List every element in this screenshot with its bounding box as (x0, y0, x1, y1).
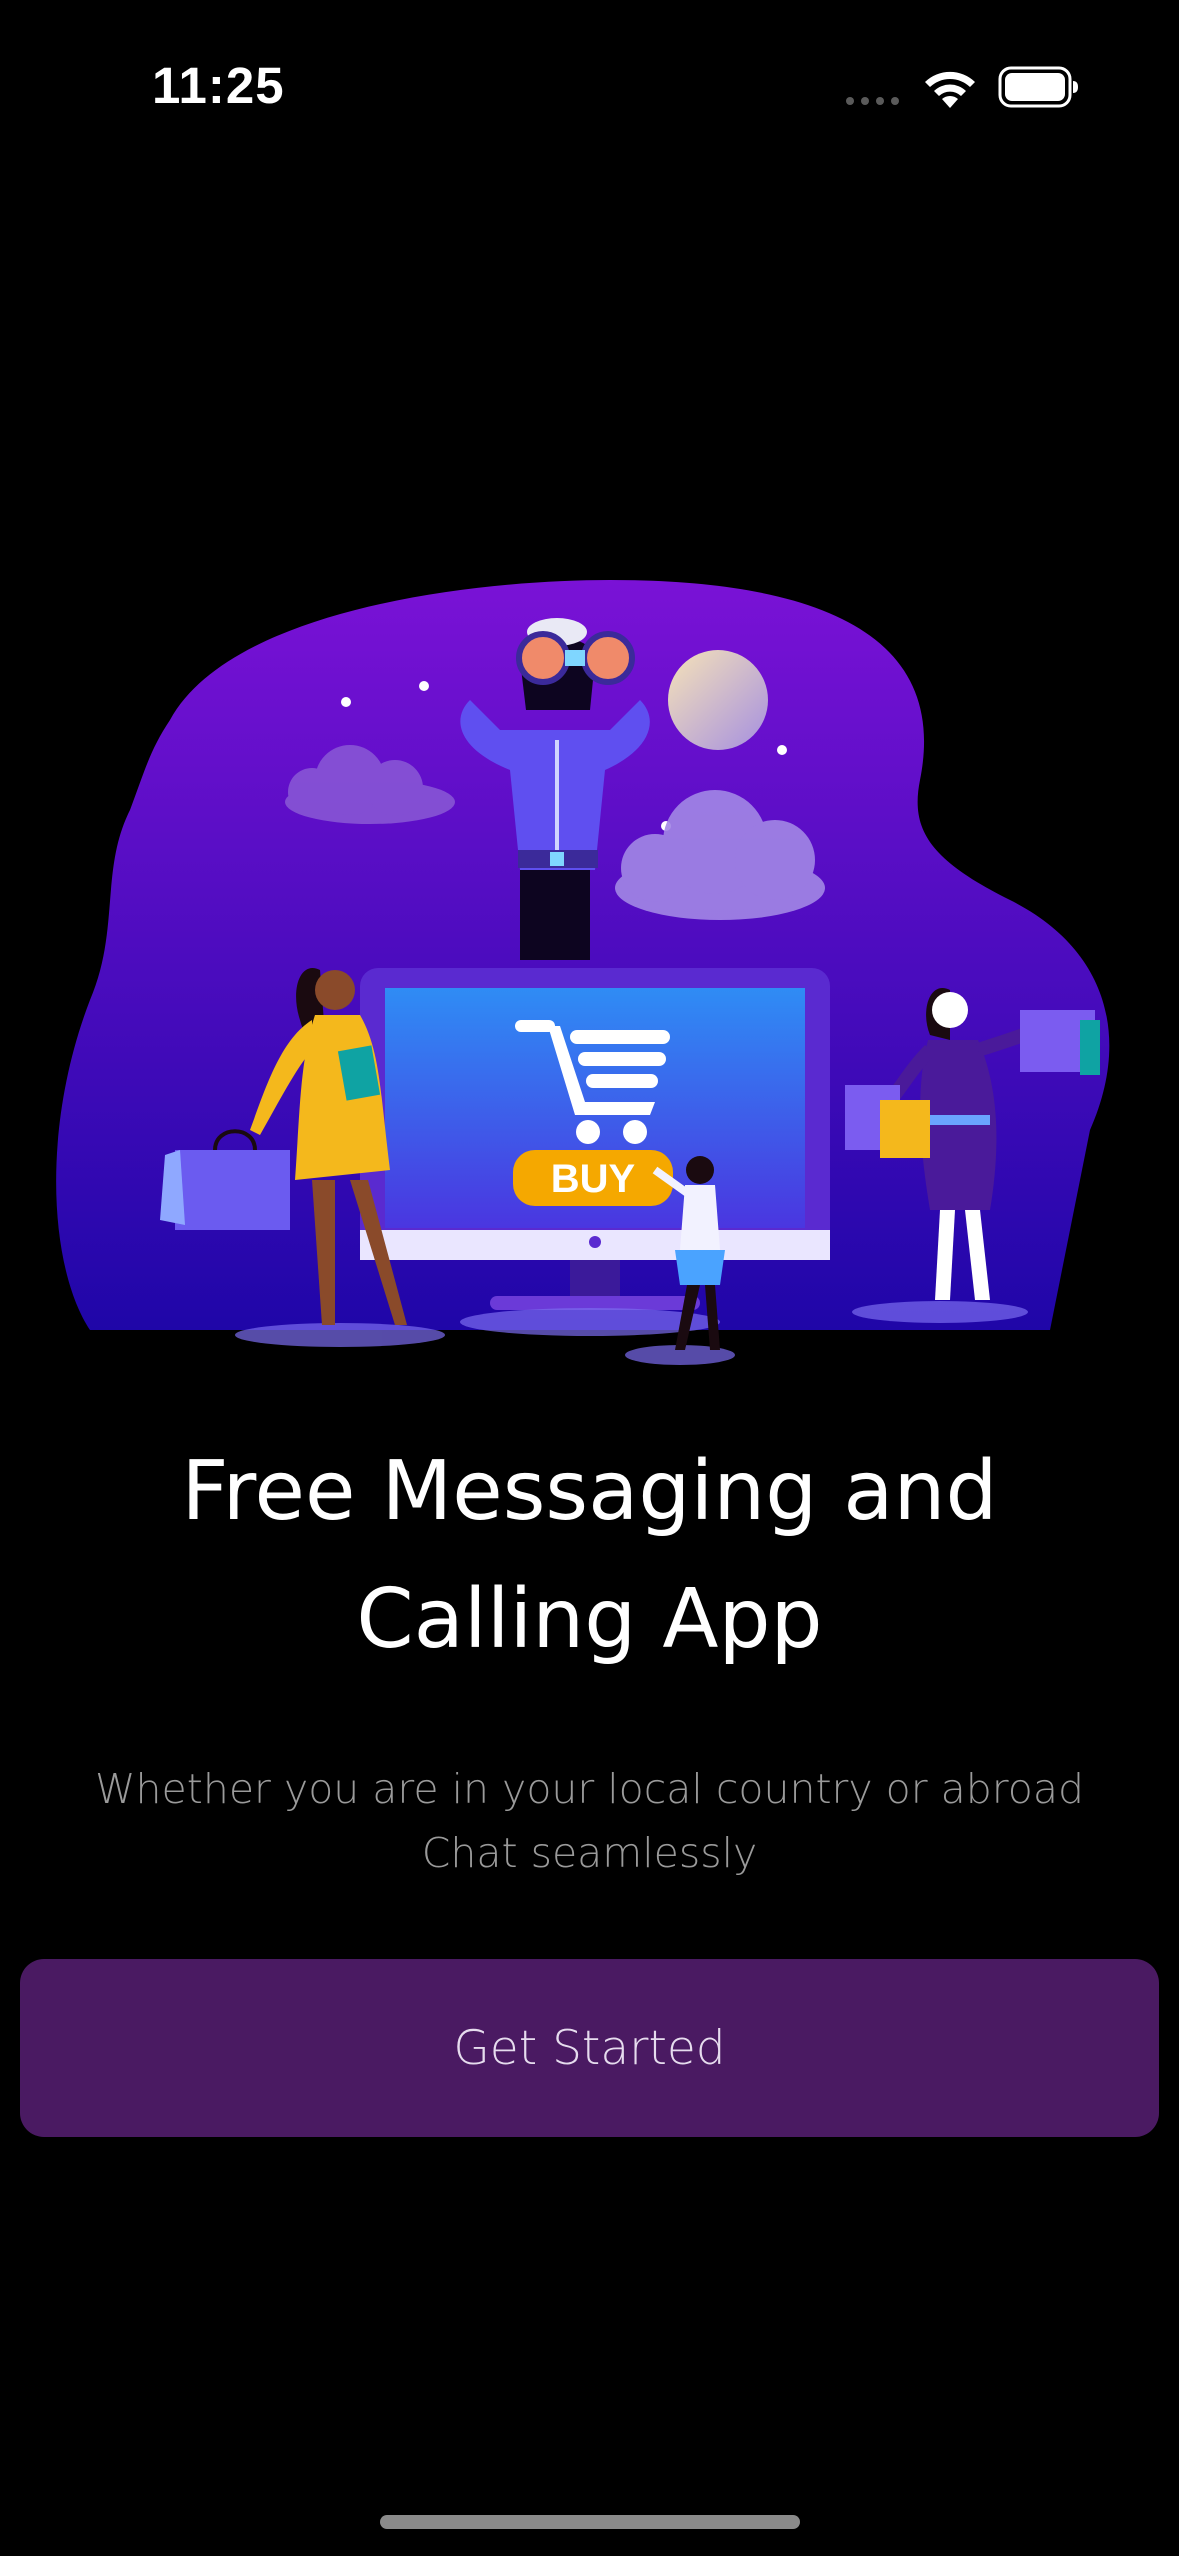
headline: Free Messaging and Calling App (0, 1428, 1179, 1684)
wifi-icon (925, 71, 975, 108)
monitor: BUY (360, 968, 830, 1310)
moon (668, 650, 768, 750)
subtitle-line-2: Chat seamlessly (421, 1829, 758, 1877)
buy-badge-label: BUY (551, 1157, 636, 1201)
hero-illustration: BUY (56, 580, 1110, 1365)
cellular-signal-icon (846, 97, 899, 105)
get-started-label: Get Started (453, 2020, 726, 2076)
get-started-button[interactable]: Get Started (20, 1959, 1159, 2137)
headline-line-2: Calling App (356, 1572, 823, 1667)
status-bar: 11:25 (0, 0, 1179, 170)
home-indicator[interactable] (380, 2515, 800, 2529)
subtitle: Whether you are in your local country or… (0, 1757, 1179, 1885)
subtitle-line-1: Whether you are in your local country or… (95, 1765, 1084, 1813)
status-time: 11:25 (152, 57, 285, 114)
headline-line-1: Free Messaging and (181, 1444, 998, 1539)
battery-icon (998, 66, 1078, 108)
